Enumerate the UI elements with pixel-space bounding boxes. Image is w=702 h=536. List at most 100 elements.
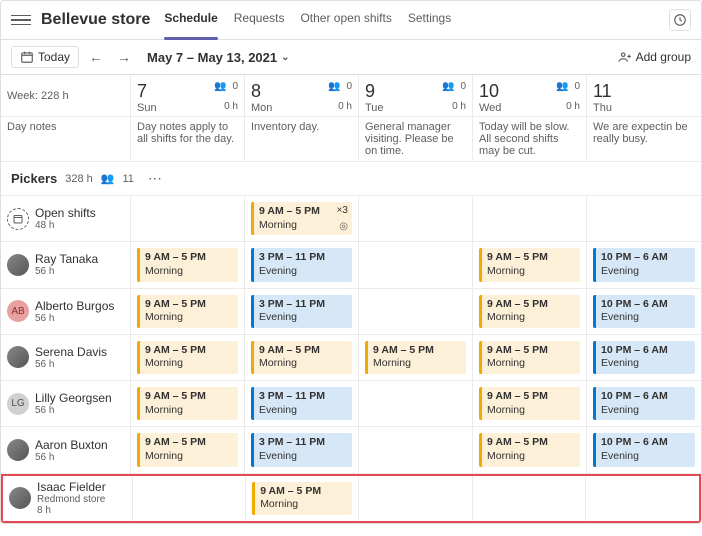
people-icon: 👥 — [556, 81, 568, 92]
shift-block[interactable]: 9 AM – 5 PMMorning — [137, 341, 238, 374]
schedule-cell[interactable] — [359, 427, 473, 473]
day-note-wed[interactable]: Today will be slow. All second shifts ma… — [473, 117, 587, 162]
schedule-cell[interactable]: 3 PM – 11 PMEvening — [245, 427, 359, 473]
avatar — [9, 487, 31, 509]
day-note-thu[interactable]: We are expectin be really busy. — [587, 117, 701, 162]
group-header[interactable]: Pickers 328 h 👥 11 ⋯ — [1, 162, 701, 196]
schedule-cell[interactable] — [359, 242, 473, 288]
clock-button[interactable] — [669, 9, 691, 31]
day-head-tue[interactable]: 9 Tue 👥0 0 h — [359, 75, 473, 117]
schedule-cell[interactable]: 10 PM – 6 AMEvening — [587, 381, 701, 427]
shift-block[interactable]: 9 AM – 5 PM Morning — [252, 482, 352, 515]
shift-block[interactable]: 10 PM – 6 AMEvening — [593, 295, 695, 328]
open-shifts-cell[interactable]: Open shifts 48 h — [1, 196, 131, 242]
chevron-down-icon: ⌄ — [281, 52, 289, 63]
day-head-mon[interactable]: 8 Mon 👥0 0 h — [245, 75, 359, 117]
shift-block[interactable]: 3 PM – 11 PMEvening — [251, 248, 352, 281]
schedule-cell[interactable]: 9 AM – 5 PMMorning — [473, 242, 587, 288]
schedule-cell[interactable]: 10 PM – 6 AMEvening — [587, 335, 701, 381]
highlighted-staff-row: Isaac Fielder Redmond store 8 h 9 AM – 5… — [1, 474, 701, 523]
shift-block[interactable]: 9 AM – 5 PMMorning — [137, 295, 238, 328]
date-range-picker[interactable]: May 7 – May 13, 2021 ⌄ — [147, 50, 289, 65]
date-range-text: May 7 – May 13, 2021 — [147, 50, 277, 65]
hamburger-icon[interactable] — [11, 10, 31, 30]
staff-hours: 56 h — [35, 452, 108, 463]
day-head-thu[interactable]: 11 Thu — [587, 75, 701, 117]
shift-block[interactable]: 9 AM – 5 PMMorning — [365, 341, 466, 374]
shift-block[interactable]: 9 AM – 5 PMMorning — [479, 295, 580, 328]
day-notes-label: Day notes — [1, 117, 131, 162]
shift-block[interactable]: 9 AM – 5 PMMorning — [479, 387, 580, 420]
toolbar: Today ← → May 7 – May 13, 2021 ⌄ Add gro… — [1, 40, 701, 75]
schedule-cell[interactable]: 9 AM – 5 PMMorning — [131, 242, 245, 288]
group-people: 11 — [123, 173, 134, 185]
schedule-cell[interactable]: 3 PM – 11 PMEvening — [245, 381, 359, 427]
staff-hours: 56 h — [35, 405, 112, 416]
next-arrow[interactable]: → — [113, 47, 135, 67]
shift-block[interactable]: 10 PM – 6 AMEvening — [593, 341, 695, 374]
open-shift-block[interactable]: 9 AM – 5 PM Morning ×3 ◎ — [251, 202, 352, 235]
schedule-cell[interactable]: 9 AM – 5 PMMorning — [359, 335, 473, 381]
schedule-cell[interactable]: 3 PM – 11 PMEvening — [245, 242, 359, 288]
shift-block[interactable]: 10 PM – 6 AMEvening — [593, 387, 695, 420]
schedule-cell[interactable]: 9 AM – 5 PMMorning — [245, 335, 359, 381]
shift-block[interactable]: 3 PM – 11 PMEvening — [251, 387, 352, 420]
shift-block[interactable]: 10 PM – 6 AMEvening — [593, 248, 695, 281]
tabs: Schedule Requests Other open shifts Sett… — [164, 7, 451, 33]
day-head-wed[interactable]: 10 Wed 👥0 0 h — [473, 75, 587, 117]
staff-cell[interactable]: ABAlberto Burgos56 h — [1, 289, 131, 335]
shift-block[interactable]: 3 PM – 11 PMEvening — [251, 295, 352, 328]
schedule-cell[interactable]: 10 PM – 6 AMEvening — [587, 242, 701, 288]
day-note-sun[interactable]: Day notes apply to all shifts for the da… — [131, 117, 245, 162]
day-note-tue[interactable]: General manager visiting. Please be on t… — [359, 117, 473, 162]
schedule-cell[interactable]: 10 PM – 6 AMEvening — [587, 289, 701, 335]
group-more-icon[interactable]: ⋯ — [148, 170, 162, 187]
avatar: AB — [7, 300, 29, 322]
schedule-cell[interactable]: 9 AM – 5 PMMorning — [131, 335, 245, 381]
shift-block[interactable]: 9 AM – 5 PMMorning — [479, 433, 580, 466]
shift-block[interactable]: 3 PM – 11 PMEvening — [251, 433, 352, 466]
schedule-cell[interactable]: 9 AM – 5 PMMorning — [131, 381, 245, 427]
group-people-icon: 👥 — [101, 172, 115, 185]
schedule-cell[interactable]: 9 AM – 5 PMMorning — [473, 381, 587, 427]
shift-block[interactable]: 10 PM – 6 AMEvening — [593, 433, 695, 466]
avatar: LG — [7, 393, 29, 415]
schedule-cell[interactable]: 9 AM – 5 PMMorning — [131, 427, 245, 473]
staff-hours: 56 h — [35, 359, 107, 370]
schedule-cell[interactable]: 10 PM – 6 AMEvening — [587, 427, 701, 473]
tab-other-open-shifts[interactable]: Other open shifts — [300, 7, 391, 33]
tab-requests[interactable]: Requests — [234, 7, 285, 33]
schedule-cell[interactable]: 9 AM – 5 PMMorning — [473, 427, 587, 473]
schedule-cell[interactable]: 3 PM – 11 PMEvening — [245, 289, 359, 335]
schedule-cell[interactable]: 9 AM – 5 PMMorning — [473, 335, 587, 381]
shift-block[interactable]: 9 AM – 5 PMMorning — [479, 341, 580, 374]
prev-arrow[interactable]: ← — [85, 47, 107, 67]
staff-cell[interactable]: Aaron Buxton56 h — [1, 427, 131, 473]
schedule-cell[interactable]: 9 AM – 5 PMMorning — [131, 289, 245, 335]
today-button[interactable]: Today — [11, 46, 79, 68]
shift-block[interactable]: 9 AM – 5 PMMorning — [137, 248, 238, 281]
shift-block[interactable]: 9 AM – 5 PMMorning — [137, 387, 238, 420]
staff-hours: 56 h — [35, 313, 114, 324]
day-notes-row: Day notes Day notes apply to all shifts … — [1, 117, 701, 162]
open-shifts-row: Open shifts 48 h 9 AM – 5 PM Morning ×3 … — [1, 196, 701, 242]
staff-cell[interactable]: Ray Tanaka56 h — [1, 242, 131, 288]
shift-block[interactable]: 9 AM – 5 PMMorning — [137, 433, 238, 466]
day-head-sun[interactable]: 7 Sun 👥0 0 h — [131, 75, 245, 117]
store-title: Bellevue store — [41, 11, 150, 29]
staff-cell[interactable]: Serena Davis56 h — [1, 335, 131, 381]
staff-cell-isaac[interactable]: Isaac Fielder Redmond store 8 h — [3, 476, 133, 521]
schedule-cell[interactable] — [359, 381, 473, 427]
tab-settings[interactable]: Settings — [408, 7, 451, 33]
shift-block[interactable]: 9 AM – 5 PMMorning — [479, 248, 580, 281]
open-shift-count: ×3 — [337, 204, 348, 217]
schedule-cell[interactable]: 9 AM – 5 PMMorning — [473, 289, 587, 335]
schedule-cell[interactable] — [359, 289, 473, 335]
staff-cell[interactable]: LGLilly Georgsen56 h — [1, 381, 131, 427]
day-note-mon[interactable]: Inventory day. — [245, 117, 359, 162]
staff-row: Aaron Buxton56 h9 AM – 5 PMMorning3 PM –… — [1, 427, 701, 473]
shift-block[interactable]: 9 AM – 5 PMMorning — [251, 341, 352, 374]
tab-schedule[interactable]: Schedule — [164, 7, 217, 33]
staff-hours: 8 h — [37, 505, 106, 516]
add-group-button[interactable]: Add group — [618, 50, 691, 64]
